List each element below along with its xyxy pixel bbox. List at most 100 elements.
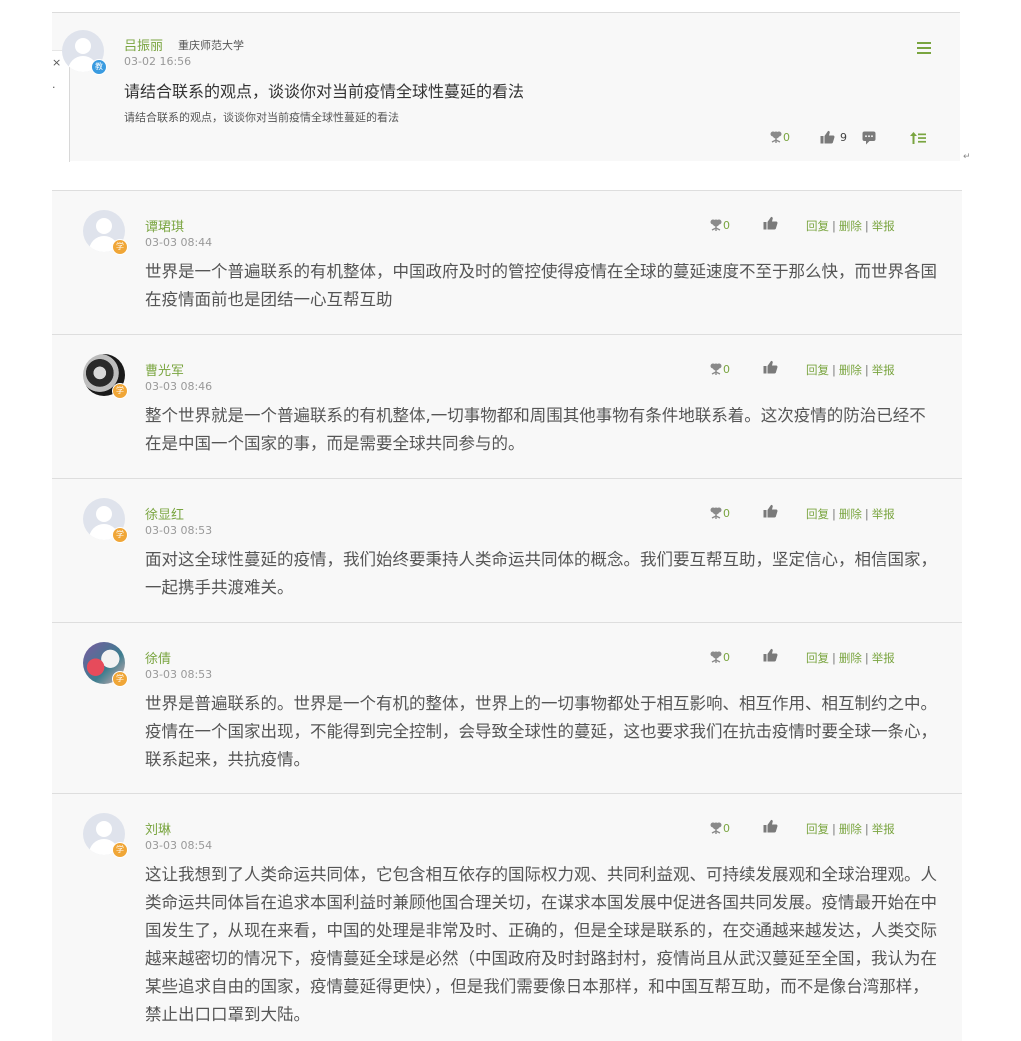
- flower-button[interactable]: 0: [709, 218, 730, 232]
- avatar[interactable]: 学: [83, 210, 128, 255]
- like-count: 9: [840, 130, 847, 144]
- thumbs-up-icon: [820, 130, 835, 144]
- return-mark: ↵: [963, 152, 971, 162]
- post-author-school: 重庆师范大学: [178, 39, 244, 52]
- separator: |: [864, 363, 869, 377]
- reply-time: 03-03 08:44: [145, 236, 213, 249]
- avatar[interactable]: 学: [83, 498, 128, 543]
- sort-icon: [910, 132, 926, 144]
- reply-time: 03-03 08:53: [145, 668, 213, 681]
- report-link[interactable]: 举报: [872, 363, 895, 377]
- separator: |: [832, 507, 836, 521]
- reply-link[interactable]: 回复: [806, 822, 829, 836]
- avatar[interactable]: 学: [83, 354, 128, 399]
- reply-author-name[interactable]: 徐倩: [145, 648, 171, 667]
- separator: |: [864, 651, 869, 665]
- separator: |: [832, 363, 836, 377]
- flower-button[interactable]: 0: [709, 650, 730, 664]
- like-button[interactable]: [763, 216, 778, 230]
- delete-link[interactable]: 删除: [839, 363, 862, 377]
- report-link[interactable]: 举报: [872, 507, 895, 521]
- reply-link[interactable]: 回复: [806, 363, 829, 377]
- reply-actions: 回复 | 删除 | 举报: [806, 506, 895, 522]
- reply-actions: 回复 | 删除 | 举报: [806, 218, 895, 234]
- student-badge: 学: [112, 527, 128, 543]
- post-author-name[interactable]: 吕振丽: [124, 35, 163, 54]
- flower-count: 0: [723, 650, 730, 664]
- flower-icon: [710, 219, 722, 231]
- avatar[interactable]: 学: [83, 813, 128, 858]
- reply-text: 世界是普遍联系的。世界是一个有机的整体，世界上的一切事物都处于相互影响、相互作用…: [145, 694, 937, 769]
- flower-icon: [710, 822, 722, 834]
- reply-text: 这让我想到了人类命运共同体，它包含相互依存的国际权力观、共同利益观、可持续发展观…: [145, 865, 937, 1024]
- flower-icon: [710, 651, 722, 663]
- reply-actions: 回复 | 删除 | 举报: [806, 650, 895, 666]
- student-badge: 学: [112, 383, 128, 399]
- reply-link[interactable]: 回复: [806, 507, 829, 521]
- report-link[interactable]: 举报: [872, 219, 895, 233]
- reply-actions: 回复 | 删除 | 举报: [806, 821, 895, 837]
- reply-item: 学 徐倩 03-03 08:53 0 回复 | 删除 | 举报 世界是普遍联系的。世界是…: [52, 622, 962, 794]
- reply-link[interactable]: 回复: [806, 219, 829, 233]
- comment-button[interactable]: [862, 131, 876, 145]
- post-body: 请结合联系的观点，谈谈你对当前疫情全球性蔓延的看法: [124, 111, 399, 124]
- teacher-badge: 教: [91, 59, 107, 75]
- separator: |: [832, 219, 836, 233]
- close-icon[interactable]: ×: [52, 56, 61, 69]
- avatar[interactable]: 教: [62, 30, 107, 75]
- flower-icon: [710, 363, 722, 375]
- separator: |: [864, 219, 869, 233]
- flower-count: 0: [723, 362, 730, 376]
- report-link[interactable]: 举报: [872, 822, 895, 836]
- student-badge: 学: [112, 239, 128, 255]
- reply-author-name[interactable]: 曹光军: [145, 360, 184, 379]
- flower-count: 0: [723, 506, 730, 520]
- sort-button[interactable]: [910, 132, 926, 144]
- thumbs-up-icon: [763, 216, 778, 230]
- menu-icon[interactable]: [917, 42, 931, 57]
- thumbs-up-icon: [763, 504, 778, 518]
- reply-text: 世界是一个普遍联系的有机整体，中国政府及时的管控使得疫情在全球的蔓延速度不至于那…: [145, 262, 937, 309]
- delete-link[interactable]: 删除: [839, 822, 862, 836]
- reply-link[interactable]: 回复: [806, 651, 829, 665]
- delete-link[interactable]: 删除: [839, 651, 862, 665]
- report-link[interactable]: 举报: [872, 651, 895, 665]
- post-time: 03-02 16:56: [124, 55, 192, 68]
- separator: |: [832, 651, 836, 665]
- flower-icon: [770, 131, 782, 143]
- reply-author-name[interactable]: 徐显红: [145, 504, 184, 523]
- reply-text: 整个世界就是一个普遍联系的有机整体,一切事物都和周围其他事物有条件地联系着。这次…: [145, 406, 926, 453]
- comment-icon: [862, 131, 876, 145]
- reply-time: 03-03 08:46: [145, 380, 213, 393]
- reply-author-name[interactable]: 刘琳: [145, 819, 171, 838]
- reply-author-name[interactable]: 谭珺琪: [145, 216, 184, 235]
- post-title: 请结合联系的观点，谈谈你对当前疫情全球性蔓延的看法: [124, 82, 525, 101]
- reply-text: 面对这全球性蔓延的疫情，我们始终要秉持人类命运共同体的概念。我们要互帮互助，坚定…: [145, 550, 937, 597]
- student-badge: 学: [112, 842, 128, 858]
- like-button[interactable]: [763, 648, 778, 662]
- avatar[interactable]: 学: [83, 642, 128, 687]
- flower-icon: [710, 507, 722, 519]
- like-button[interactable]: [763, 360, 778, 374]
- delete-link[interactable]: 删除: [839, 219, 862, 233]
- flower-button[interactable]: 0: [709, 362, 730, 376]
- flower-button[interactable]: 0: [769, 130, 790, 144]
- flower-button[interactable]: 0: [709, 821, 730, 835]
- flower-button[interactable]: 0: [709, 506, 730, 520]
- like-button[interactable]: [763, 819, 778, 833]
- popup-dot: ·: [52, 81, 56, 94]
- flower-count: 0: [783, 130, 790, 144]
- reply-item: 学 谭珺琪 03-03 08:44 0 回复 | 删除 | 举报 世界是一个普遍联系的有…: [52, 190, 962, 335]
- reply-item: 学 曹光军 03-03 08:46 0 回复 | 删除 | 举报 整个世界就是一个普遍联…: [52, 334, 962, 479]
- like-button[interactable]: [763, 504, 778, 518]
- separator: |: [864, 822, 869, 836]
- reply-time: 03-03 08:53: [145, 524, 213, 537]
- reply-item: 学 刘琳 03-03 08:54 0 回复 | 删除 | 举报 这让我想到了人类命运共同…: [52, 793, 962, 1041]
- reply-time: 03-03 08:54: [145, 839, 213, 852]
- flower-count: 0: [723, 218, 730, 232]
- student-badge: 学: [112, 671, 128, 687]
- flower-count: 0: [723, 821, 730, 835]
- like-button[interactable]: 9: [820, 130, 847, 144]
- delete-link[interactable]: 删除: [839, 507, 862, 521]
- separator: |: [864, 507, 869, 521]
